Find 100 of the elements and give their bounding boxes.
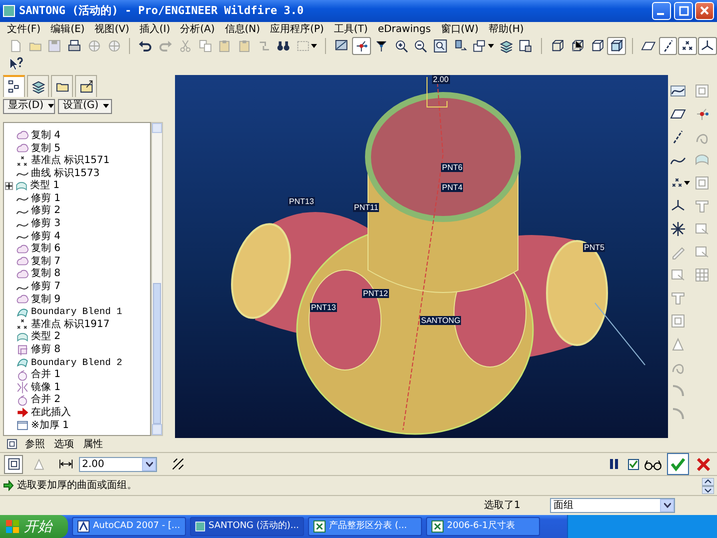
merge-icon <box>16 368 29 382</box>
menu-item[interactable]: 应用程序(P) <box>265 22 329 36</box>
window-title: SANTONG (活动的) - Pro/ENGINEER Wildfire 3.0 <box>19 2 304 19</box>
tree-item[interactable]: 复制 8 <box>31 268 61 280</box>
points-button[interactable] <box>678 36 698 55</box>
tree-item[interactable]: 复制 6 <box>31 243 61 256</box>
cube-icon <box>550 38 565 54</box>
menu-item[interactable]: 编辑(E) <box>46 22 90 36</box>
tree-item[interactable]: 修剪 1 <box>31 192 61 205</box>
tree-item[interactable]: ※加厚 1 <box>31 420 69 432</box>
page-icon <box>8 38 23 54</box>
surface-icon <box>32 457 46 471</box>
tree-item[interactable]: Boundary Blend 2 <box>31 356 122 369</box>
menu-item[interactable]: 插入(I) <box>134 22 176 36</box>
panel-tab[interactable] <box>75 74 97 97</box>
frame-icon <box>694 82 710 99</box>
tree-item[interactable]: 基准点 标识1571 <box>31 155 110 168</box>
taskbar-button[interactable]: 2006-6-1尺寸表 <box>426 517 540 536</box>
globe-icon <box>86 38 102 54</box>
menu-item[interactable]: 视图(V) <box>90 22 134 36</box>
preview-checkbox[interactable] <box>628 458 639 470</box>
tree-item[interactable]: 修剪 4 <box>31 230 61 243</box>
tree-item[interactable]: 在此插入 <box>31 406 71 419</box>
point-label: PNT5 <box>583 242 606 252</box>
tree-item[interactable]: 修剪 2 <box>31 205 61 218</box>
menu-item[interactable]: 信息(N) <box>220 22 266 36</box>
toggle-button[interactable] <box>4 454 23 474</box>
app-icon <box>3 4 15 17</box>
layers-icon <box>30 78 46 94</box>
maximize-button[interactable] <box>674 2 692 20</box>
copy-feature-icon <box>16 242 29 256</box>
axis-button[interactable] <box>658 36 678 55</box>
menu-item[interactable]: 帮助(H) <box>483 22 529 36</box>
t-shape-icon <box>694 198 710 214</box>
mirror-icon <box>16 381 29 394</box>
message-text: 选取要加厚的曲面或面组。 <box>17 478 137 494</box>
confirm-button[interactable] <box>667 453 689 475</box>
taskbar-button[interactable]: 产品整形区分表 (... <box>308 517 422 536</box>
tree-icon <box>6 79 22 94</box>
tree-item[interactable]: 复制 5 <box>31 142 61 155</box>
close-button[interactable] <box>695 2 714 20</box>
zoom-in-icon <box>394 38 408 54</box>
dashboard-tab[interactable]: 选项 <box>52 438 76 452</box>
tree-item[interactable]: 类型 1 <box>30 180 60 192</box>
surface-icon <box>15 180 28 193</box>
globe-icon <box>106 38 122 54</box>
menu-item[interactable]: 窗口(W) <box>436 22 484 36</box>
copy-icon <box>198 38 212 54</box>
dropdown-button[interactable]: 设置(G) <box>58 98 112 114</box>
taskbar-button[interactable]: SANTONG (活动的)... <box>190 517 304 536</box>
sketch-icon <box>670 82 686 99</box>
scrollbar[interactable] <box>151 122 163 436</box>
tree-item[interactable]: 复制 9 <box>31 294 61 306</box>
surface-icon <box>694 152 710 168</box>
tree-item[interactable]: 合并 1 <box>31 369 61 382</box>
dropdown-button[interactable]: 显示(D) <box>3 98 55 114</box>
thickness-field[interactable]: 2.00 <box>79 456 157 472</box>
close-icon <box>699 5 710 16</box>
flip-icon <box>170 457 184 471</box>
minimize-button[interactable] <box>652 2 671 20</box>
expand-button[interactable] <box>5 182 13 190</box>
tree-item[interactable]: 修剪 7 <box>31 281 61 294</box>
shaded-cube-button[interactable] <box>607 36 626 55</box>
spin-nodes-button[interactable] <box>352 36 371 55</box>
frame-icon <box>670 312 686 329</box>
point-label: 2.00 <box>432 74 450 84</box>
zoom-fit-icon <box>432 38 448 54</box>
minimize-icon <box>656 13 664 16</box>
tree-item[interactable]: Boundary Blend 1 <box>31 306 122 318</box>
blend-icon <box>16 356 29 370</box>
panel-tab[interactable] <box>51 74 73 97</box>
dashboard-tab[interactable]: 属性 <box>81 438 105 452</box>
taskbar-button[interactable]: AutoCAD 2007 - [... <box>72 517 186 536</box>
autocad-icon <box>77 520 90 534</box>
scissors-icon <box>178 38 193 54</box>
caret-icon <box>48 104 54 108</box>
check-icon <box>670 456 686 472</box>
thicken-icon <box>16 419 29 432</box>
tree-item[interactable]: 复制 4 <box>31 130 61 142</box>
tree-item[interactable]: 类型 2 <box>31 331 61 344</box>
trim-icon <box>16 344 29 357</box>
csys-button[interactable] <box>698 36 717 55</box>
cube-icon <box>609 38 624 54</box>
filter-dropdown[interactable]: 面组 <box>550 498 676 514</box>
tree-item[interactable]: 基准点 标识1917 <box>31 318 110 331</box>
menu-item[interactable]: 分析(A) <box>175 22 220 36</box>
windows-flag-icon <box>6 520 20 534</box>
menu-item[interactable]: 文件(F) <box>2 22 46 36</box>
tree-item[interactable]: 修剪 3 <box>31 218 61 230</box>
dashboard-tab[interactable]: 参照 <box>23 438 47 452</box>
tree-item[interactable]: 镜像 1 <box>31 382 61 394</box>
menu-item[interactable]: eDrawings <box>372 22 436 36</box>
menu-item[interactable]: 工具(T) <box>328 22 373 36</box>
panel-tab[interactable] <box>3 74 25 97</box>
panel-tab[interactable] <box>27 74 49 97</box>
asterisk-icon <box>670 220 686 237</box>
tree-item[interactable]: 复制 7 <box>31 256 61 268</box>
tree-item[interactable]: 修剪 8 <box>31 344 61 356</box>
tree-item[interactable]: 合并 2 <box>31 394 61 406</box>
tree-item[interactable]: 曲线 标识1573 <box>31 168 100 180</box>
